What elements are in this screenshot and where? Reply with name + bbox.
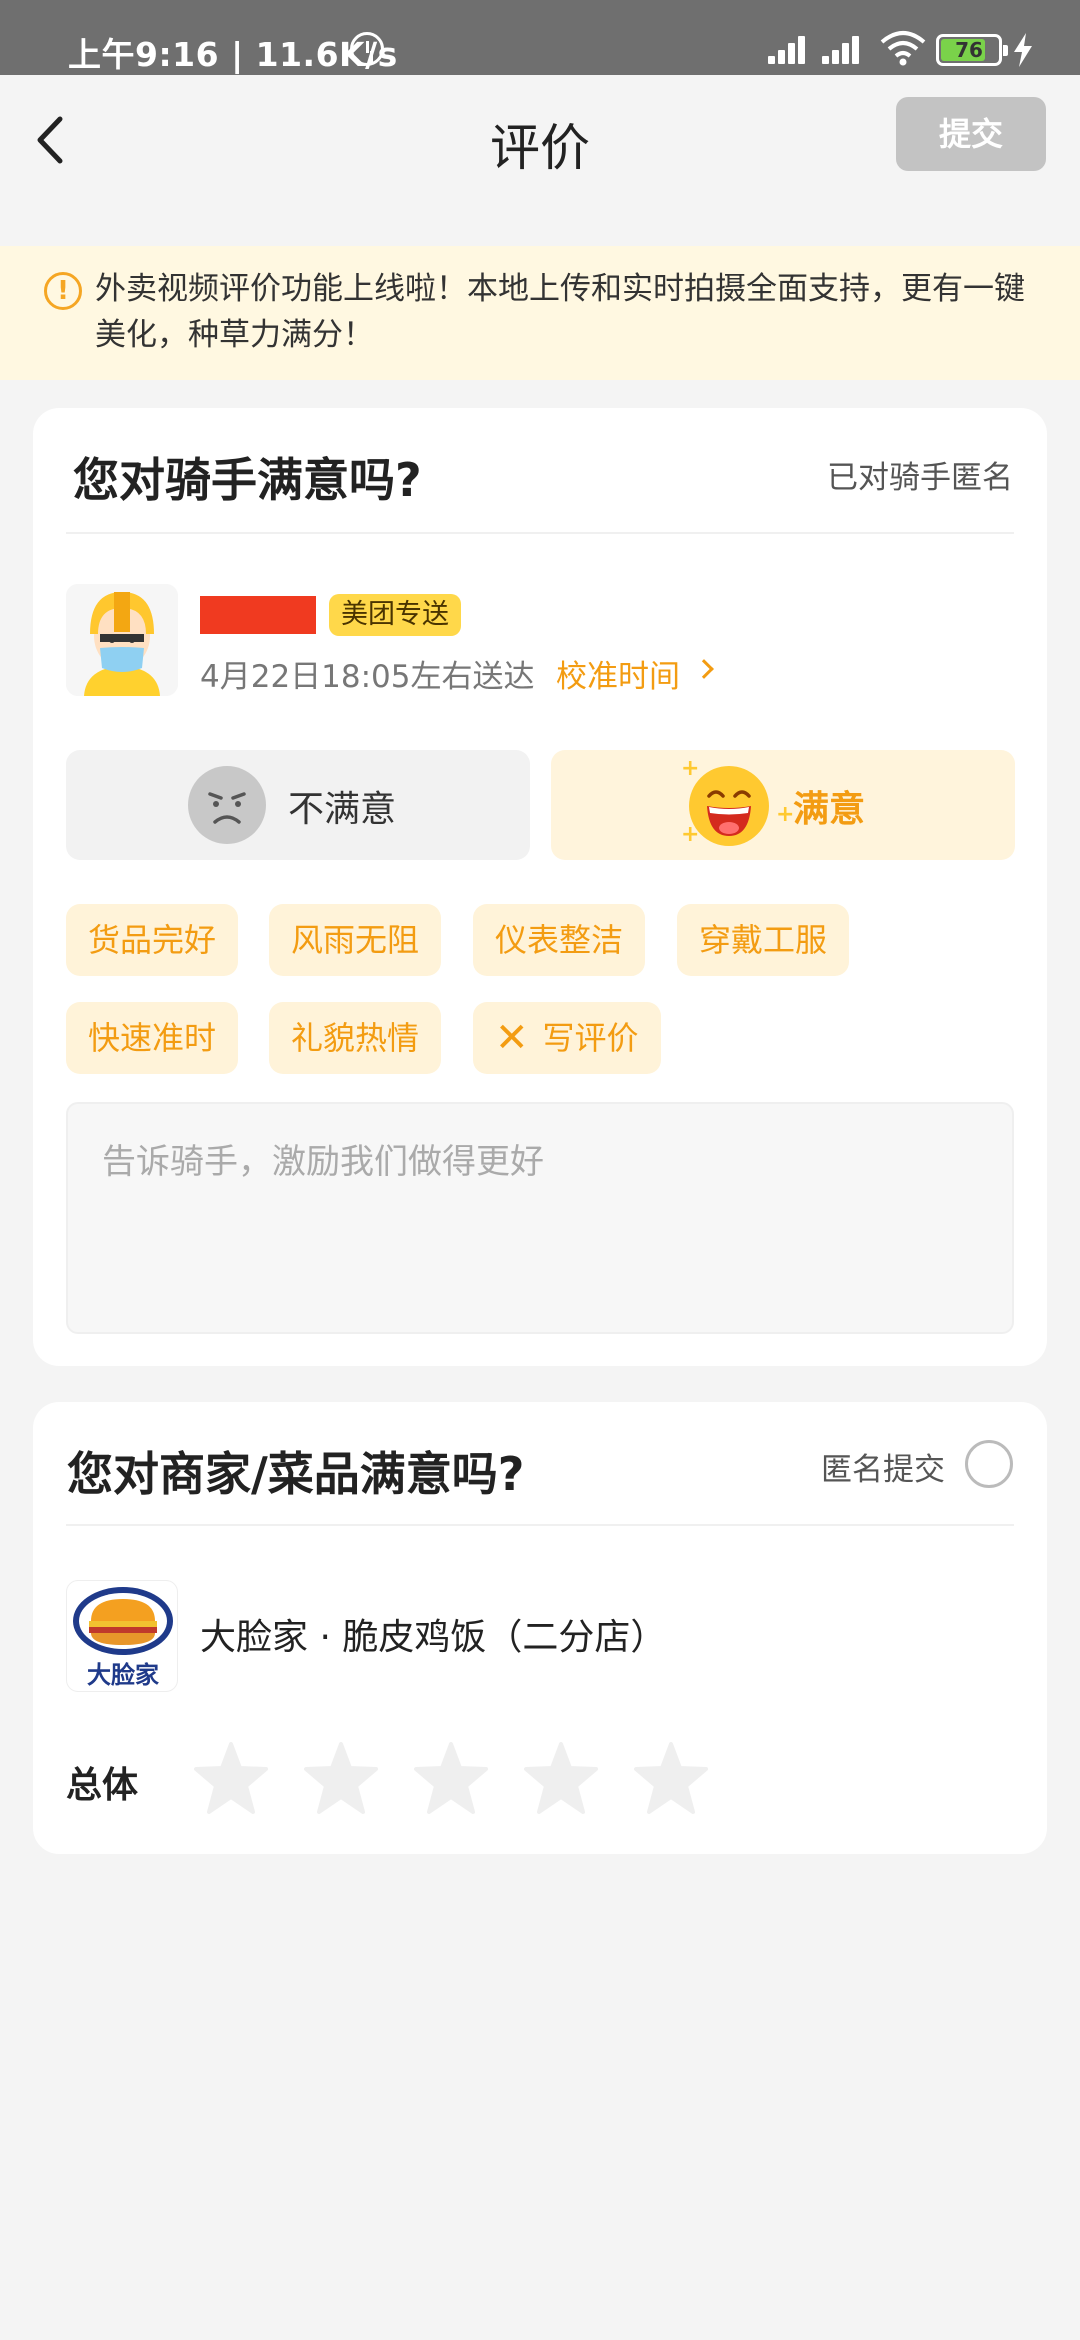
delivery-type-badge: 美团专送 — [329, 594, 461, 636]
happy-face-icon — [689, 766, 769, 846]
rider-avatar — [66, 584, 178, 696]
close-icon: ✕ — [495, 1015, 529, 1061]
sparkle-icon: + — [776, 802, 795, 827]
chevron-right-icon — [694, 659, 714, 679]
status-time: 上午9:16 | 11.6K/s — [68, 35, 398, 74]
rider-name-redacted — [200, 596, 316, 634]
charging-icon — [1014, 33, 1032, 67]
rider-tag[interactable]: 快速准时 — [66, 1002, 239, 1074]
notice-banner: ! 外卖视频评价功能上线啦！本地上传和实时拍摄全面支持，更有一键美化，种草力满分… — [0, 246, 1080, 380]
rider-review-card: 您对骑手满意吗? 已对骑手匿名 美团专送 4月22日18:05左右送达 校准时间 — [33, 408, 1047, 1366]
store-logo: 大脸家 — [66, 1580, 178, 1692]
merchant-section-title: 您对商家/菜品满意吗? — [67, 1447, 525, 1501]
battery-level: 76 — [955, 38, 983, 62]
star-icon[interactable] — [193, 1742, 269, 1814]
rider-comment-input[interactable]: 告诉骑手，激励我们做得更好 — [66, 1102, 1014, 1334]
nav-bar: 评价 提交 — [0, 75, 1080, 205]
submit-button[interactable]: 提交 — [896, 97, 1046, 171]
rider-tag[interactable]: 风雨无阻 — [269, 904, 442, 976]
store-name: 大脸家 · 脆皮鸡饭（二分店） — [200, 1617, 667, 1658]
unsatisfied-label: 不满意 — [288, 789, 397, 830]
sad-face-icon — [188, 766, 266, 844]
notice-text: 外卖视频评价功能上线啦！本地上传和实时拍摄全面支持，更有一键美化，种草力满分！ — [95, 271, 1025, 353]
merchant-anonymous-label: 匿名提交 — [821, 1452, 945, 1488]
rider-anonymous-label: 已对骑手匿名 — [827, 460, 1013, 496]
overall-rating-label: 总体 — [66, 1765, 139, 1806]
merchant-review-card: 您对商家/菜品满意吗? 匿名提交 大脸家 大脸家 · 脆皮鸡饭（二分店） 总体 — [33, 1402, 1047, 1854]
star-icon[interactable] — [633, 1742, 709, 1814]
satisfied-label: 满意 — [793, 789, 866, 830]
divider — [66, 1524, 1014, 1526]
satisfied-button[interactable]: + + + 满意 — [551, 750, 1015, 860]
battery-icon: 76 — [936, 34, 1008, 66]
rider-tag[interactable]: 仪表整洁 — [473, 904, 646, 976]
rider-tag[interactable]: 货品完好 — [66, 904, 239, 976]
store-logo-text: 大脸家 — [87, 1661, 159, 1689]
calibrate-time-link[interactable]: 校准时间 — [556, 651, 680, 696]
unsatisfied-button[interactable]: 不满意 — [66, 750, 530, 860]
rider-tag[interactable]: 礼貌热情 — [269, 1002, 442, 1074]
rider-section-title: 您对骑手满意吗? — [73, 453, 422, 507]
warning-icon: ! — [44, 272, 82, 310]
star-icon[interactable] — [523, 1742, 599, 1814]
star-icon[interactable] — [303, 1742, 379, 1814]
signal-hd-icon — [822, 32, 868, 64]
star-icon[interactable] — [413, 1742, 489, 1814]
divider — [66, 532, 1014, 534]
wifi-icon — [880, 31, 926, 66]
anonymous-radio[interactable] — [965, 1440, 1013, 1488]
status-bar: 上午9:16 | 11.6K/s 76 — [0, 0, 1080, 75]
alarm-icon — [350, 32, 384, 66]
write-review-button[interactable]: ✕ 写评价 — [473, 1002, 661, 1074]
delivery-eta: 4月22日18:05左右送达 — [200, 659, 535, 695]
rider-tag[interactable]: 穿戴工服 — [677, 904, 850, 976]
signal-icon — [768, 32, 814, 64]
write-review-label: 写评价 — [542, 1019, 639, 1057]
